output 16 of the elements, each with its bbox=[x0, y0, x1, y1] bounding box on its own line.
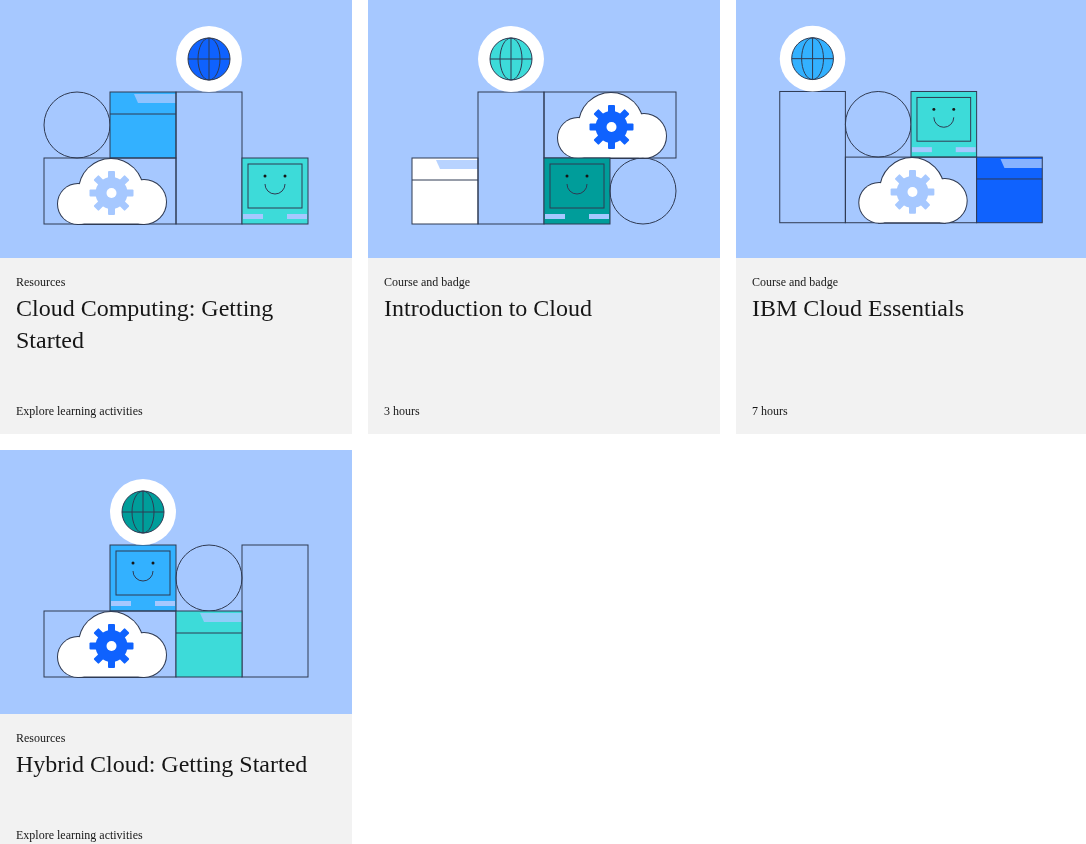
card-footer-text: Explore learning activities bbox=[16, 827, 143, 843]
card-footer-text: Explore learning activities bbox=[16, 403, 143, 419]
card-footer-text: 3 hours bbox=[384, 403, 420, 419]
course-card[interactable]: Resources Hybrid Cloud: Getting Started Explore learning activities bbox=[0, 450, 352, 844]
category-label: Course and badge bbox=[384, 274, 470, 290]
category-label: Course and badge bbox=[752, 274, 838, 290]
card-footer-text: 7 hours bbox=[752, 403, 788, 419]
course-card[interactable]: Course and badge Introduction to Cloud 3 hours bbox=[368, 0, 720, 434]
card-title: Cloud Computing: Getting Started bbox=[16, 294, 275, 355]
category-label: Resources bbox=[16, 274, 66, 290]
category-label: Resources bbox=[16, 730, 66, 746]
card-title: IBM Cloud Essentials bbox=[752, 294, 964, 323]
course-card[interactable]: Resources Cloud Computing: Getting Started Explore learning activities bbox=[0, 0, 352, 434]
card-title: Hybrid Cloud: Getting Started bbox=[16, 750, 308, 779]
course-card[interactable]: Course and badge IBM Cloud Essentials 7 hours bbox=[736, 0, 1086, 434]
card-title: Introduction to Cloud bbox=[384, 294, 592, 323]
